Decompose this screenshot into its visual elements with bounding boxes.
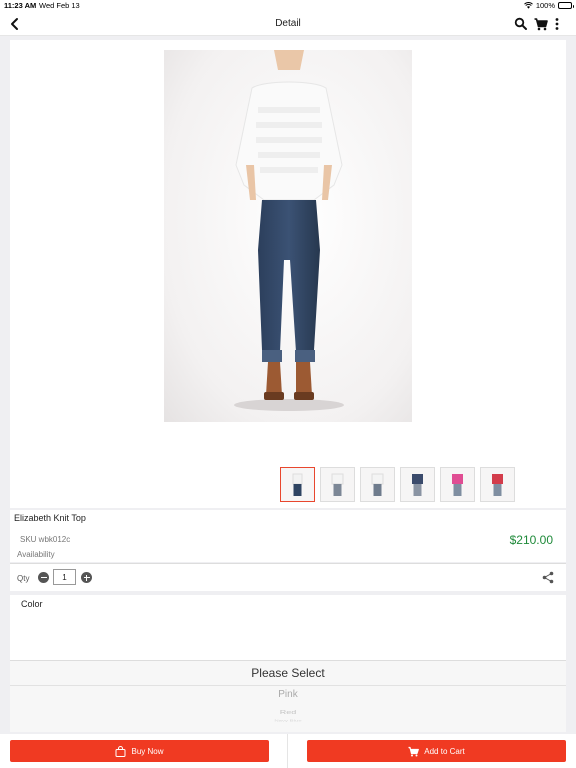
thumbnail-strip: [280, 467, 515, 502]
bottom-divider: [287, 734, 288, 768]
main-product-photo[interactable]: [164, 50, 412, 422]
page-title: Detail: [275, 18, 301, 29]
status-bar: 11:23 AM Wed Feb 13 100%: [0, 0, 576, 12]
color-label: Color: [21, 599, 43, 609]
add-to-cart-button[interactable]: Add to Cart: [307, 740, 566, 762]
share-icon[interactable]: [542, 571, 554, 584]
thumbnail-1[interactable]: [280, 467, 315, 502]
qty-label: Qty: [17, 574, 30, 583]
product-price: $210.00: [509, 533, 553, 547]
product-info: Elizabeth Knit Top SKU wbk012c Availabil…: [10, 510, 566, 562]
thumbnail-5[interactable]: [440, 467, 475, 502]
add-to-cart-label: Add to Cart: [424, 746, 465, 756]
product-sku: SKU wbk012c: [20, 535, 71, 544]
nav-bar: Detail: [0, 12, 576, 36]
picker-option-pink[interactable]: Pink: [10, 689, 566, 700]
battery-percent: 100%: [535, 1, 555, 10]
qty-increment-button[interactable]: [81, 572, 92, 583]
thumbnail-3[interactable]: [360, 467, 395, 502]
color-picker[interactable]: Please Select Pink Red Navy Blue: [10, 660, 566, 732]
battery-icon: [558, 2, 574, 9]
thumbnail-4[interactable]: [400, 467, 435, 502]
cart-icon[interactable]: [534, 16, 548, 32]
color-section: Color: [10, 595, 566, 661]
search-icon[interactable]: [514, 16, 528, 32]
status-date: Wed Feb 13: [39, 1, 80, 10]
qty-decrement-button[interactable]: [38, 572, 49, 583]
picker-option-red[interactable]: Red: [10, 709, 566, 715]
bottom-action-bar: Buy Now Add to Cart: [0, 734, 576, 768]
product-gallery: [10, 40, 566, 508]
quantity-row: Qty: [10, 563, 566, 591]
status-time: 11:23 AM: [4, 1, 37, 10]
thumbnail-6[interactable]: [480, 467, 515, 502]
picker-divider: [10, 685, 566, 686]
qty-input[interactable]: [53, 569, 76, 585]
availability-label: Availability: [17, 550, 55, 559]
cart-icon: [408, 746, 420, 756]
buy-now-label: Buy Now: [131, 746, 164, 756]
picker-title: Please Select: [251, 666, 325, 680]
picker-option-navy-blue[interactable]: Navy Blue: [10, 720, 566, 722]
buy-now-button[interactable]: Buy Now: [10, 740, 269, 762]
shopping-bag-icon: [115, 745, 126, 757]
wifi-icon: [523, 2, 533, 9]
product-name: Elizabeth Knit Top: [14, 513, 86, 523]
more-vertical-icon[interactable]: [554, 16, 568, 32]
status-right: 100%: [523, 1, 574, 10]
nav-actions: [514, 16, 568, 32]
thumbnail-2[interactable]: [320, 467, 355, 502]
